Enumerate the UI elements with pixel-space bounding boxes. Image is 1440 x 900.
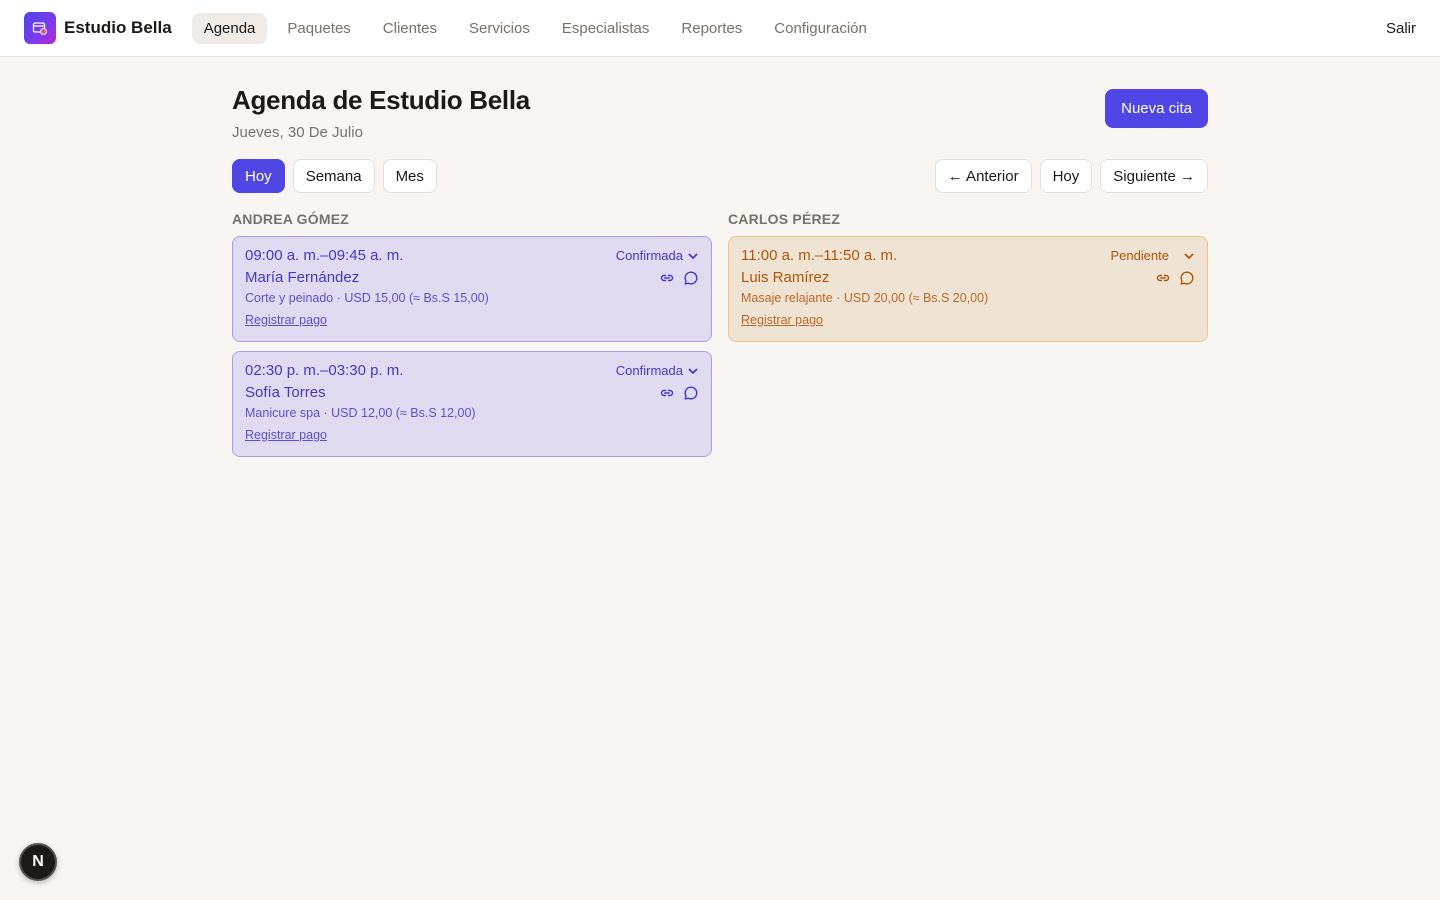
- appointment-time: 02:30 p. m.–03:30 p. m.: [245, 362, 404, 379]
- top-nav: Estudio Bella Agenda Paquetes Clientes S…: [0, 0, 1440, 57]
- register-payment-link[interactable]: Registrar pago: [245, 428, 327, 442]
- status-dropdown[interactable]: Pendiente: [1110, 248, 1195, 263]
- specialist-name: ANDREA GÓMEZ: [232, 211, 349, 227]
- service-detail: Masaje relajante · USD 20,00 (≈ Bs.S 20,…: [741, 291, 989, 305]
- specialist-column: CARLOS PÉREZ 11:00 a. m.–11:50 a. m. Pen…: [728, 211, 1208, 466]
- link-icon[interactable]: [1155, 270, 1171, 286]
- status-dropdown[interactable]: Confirmada: [616, 363, 699, 378]
- brand[interactable]: Estudio Bella: [24, 12, 172, 44]
- nav-item-servicios[interactable]: Servicios: [457, 13, 542, 44]
- status-label: Pendiente: [1110, 248, 1169, 263]
- page-title: Agenda de Estudio Bella: [232, 85, 530, 115]
- service-detail: Manicure spa · USD 12,00 (≈ Bs.S 12,00): [245, 406, 476, 420]
- nav-item-reportes[interactable]: Reportes: [669, 13, 754, 44]
- page-header: Agenda de Estudio Bella Jueves, 30 De Ju…: [232, 85, 1208, 141]
- appointment-card[interactable]: 11:00 a. m.–11:50 a. m. Pendiente Luis R…: [728, 236, 1208, 342]
- message-icon[interactable]: [683, 385, 699, 401]
- chevron-down-icon: [1184, 253, 1194, 259]
- nav-item-clientes[interactable]: Clientes: [371, 13, 449, 44]
- tab-today[interactable]: Hoy: [232, 159, 285, 193]
- status-label: Confirmada: [615, 363, 683, 378]
- client-name: Luis Ramírez: [741, 269, 830, 286]
- status-label: Confirmada: [615, 248, 683, 263]
- view-tabs: Hoy Semana Mes: [232, 159, 437, 193]
- nav-item-paquetes[interactable]: Paquetes: [275, 13, 362, 44]
- link-icon[interactable]: [659, 270, 675, 286]
- brand-name: Estudio Bella: [64, 18, 172, 37]
- status-dropdown[interactable]: Confirmada: [616, 248, 699, 263]
- nav-item-agenda[interactable]: Agenda: [191, 12, 268, 44]
- appointment-card[interactable]: 09:00 a. m.–09:45 a. m. Confirmada María…: [232, 236, 712, 342]
- register-payment-link[interactable]: Registrar pago: [245, 313, 327, 327]
- specialist-name: CARLOS PÉREZ: [728, 211, 841, 227]
- message-icon[interactable]: [1179, 270, 1195, 286]
- chevron-down-icon: [688, 253, 698, 259]
- client-name: María Fernández: [245, 269, 360, 286]
- appointment-card[interactable]: 02:30 p. m.–03:30 p. m. Confirmada Sofía…: [232, 351, 712, 457]
- today-button[interactable]: Hoy: [1039, 159, 1093, 193]
- register-payment-link[interactable]: Registrar pago: [741, 313, 823, 327]
- appointment-time: 09:00 a. m.–09:45 a. m.: [245, 247, 404, 264]
- tab-week[interactable]: Semana: [292, 159, 375, 193]
- logout-link[interactable]: Salir: [1386, 20, 1416, 37]
- appointment-time: 11:00 a. m.–11:50 a. m.: [741, 247, 898, 264]
- main-nav: Agenda Paquetes Clientes Servicios Espec…: [191, 12, 879, 44]
- client-name: Sofía Torres: [245, 384, 326, 401]
- chevron-down-icon: [688, 368, 698, 374]
- specialist-columns: ANDREA GÓMEZ 09:00 a. m.–09:45 a. m. Con…: [232, 211, 1208, 466]
- agenda-toolbar: Hoy Semana Mes ← Anterior Hoy Siguiente …: [232, 159, 1208, 193]
- link-icon[interactable]: [659, 385, 675, 401]
- next-button[interactable]: Siguiente →: [1100, 159, 1208, 193]
- nav-item-configuracion[interactable]: Configuración: [762, 13, 879, 44]
- specialist-column: ANDREA GÓMEZ 09:00 a. m.–09:45 a. m. Con…: [232, 211, 712, 466]
- agenda-main: Agenda de Estudio Bella Jueves, 30 De Ju…: [232, 57, 1208, 466]
- service-detail: Corte y peinado · USD 15,00 (≈ Bs.S 15,0…: [245, 291, 489, 305]
- next-devtools-button[interactable]: N: [19, 843, 57, 881]
- page-date: Jueves, 30 De Julio: [232, 124, 363, 141]
- previous-button[interactable]: ← Anterior: [934, 159, 1032, 193]
- new-appointment-button[interactable]: Nueva cita: [1105, 89, 1208, 128]
- date-pager: ← Anterior Hoy Siguiente →: [934, 159, 1208, 193]
- calendar-icon: [24, 12, 56, 44]
- tab-month[interactable]: Mes: [382, 159, 437, 193]
- nav-item-especialistas[interactable]: Especialistas: [550, 13, 662, 44]
- message-icon[interactable]: [683, 270, 699, 286]
